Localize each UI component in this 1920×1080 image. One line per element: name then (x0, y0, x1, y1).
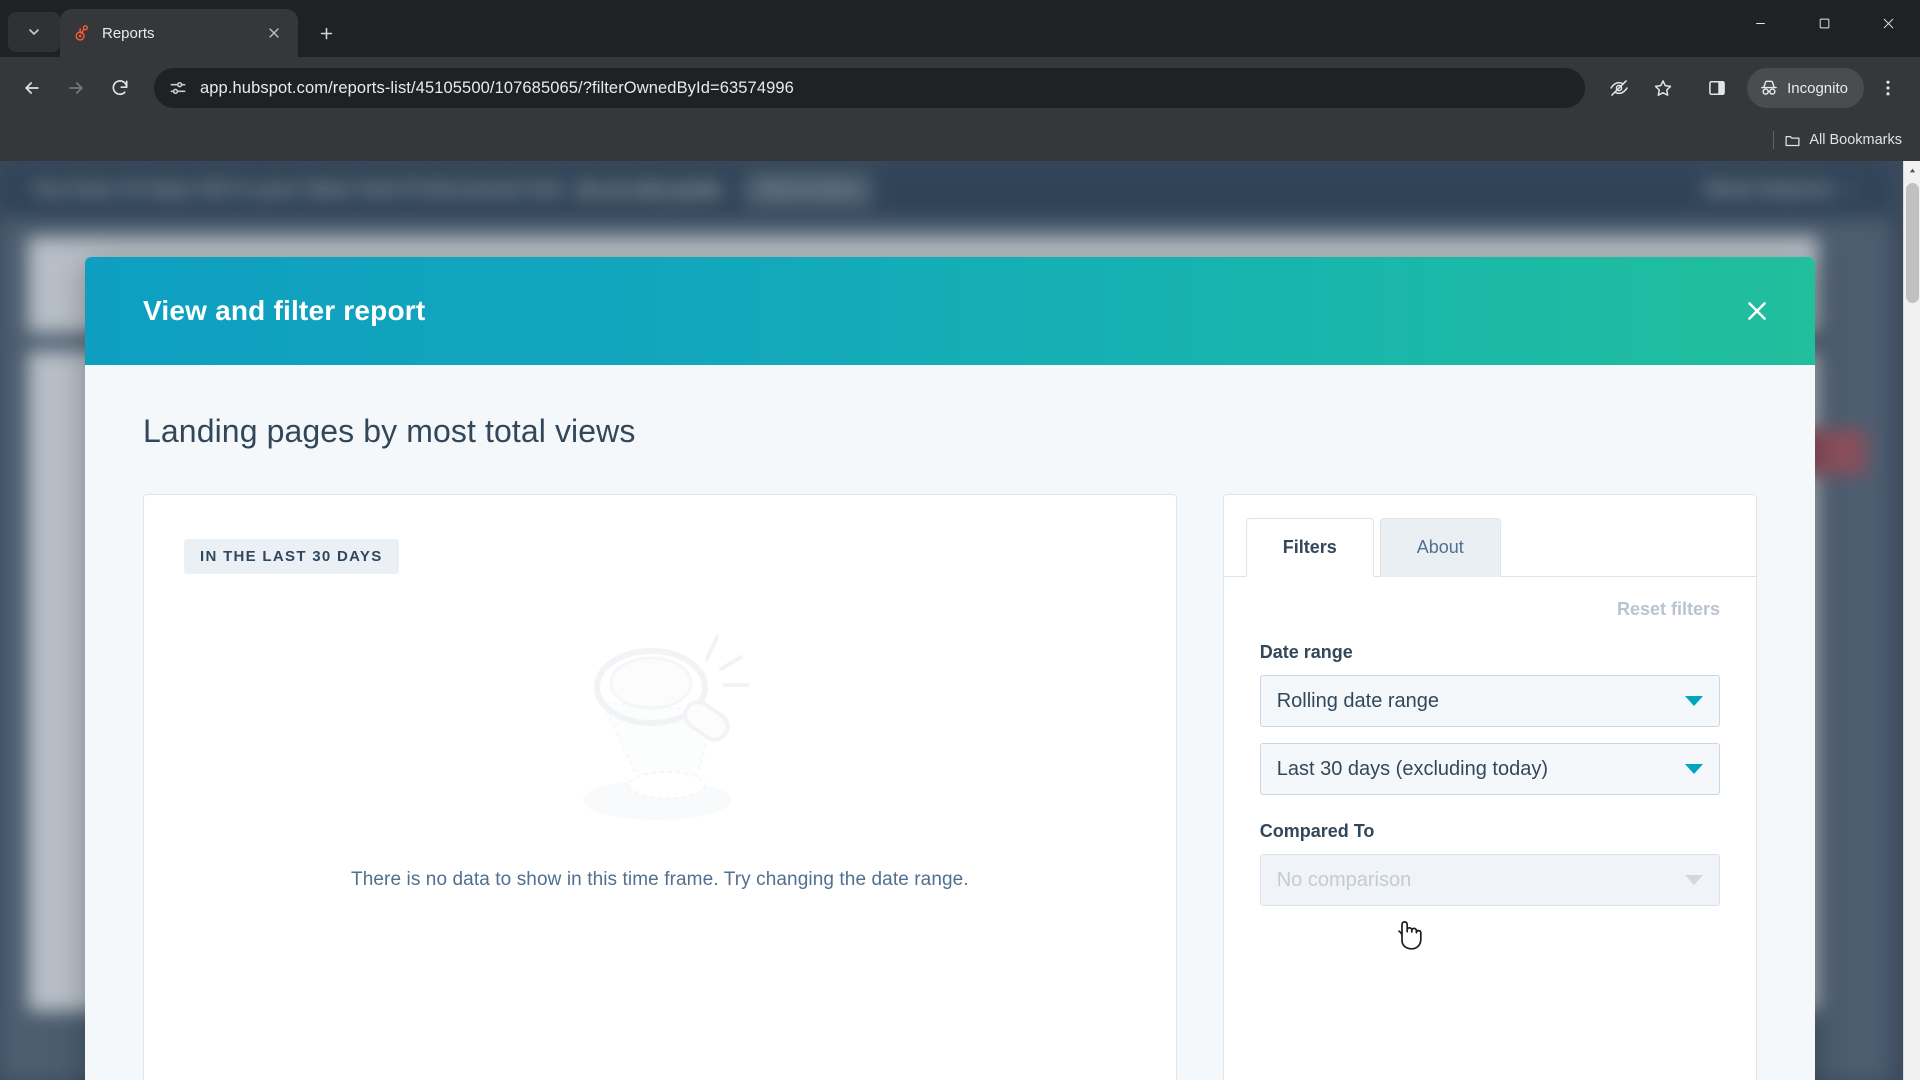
modal-header: View and filter report (85, 257, 1815, 365)
all-bookmarks-label: All Bookmarks (1809, 132, 1902, 148)
minimize-icon (1755, 23, 1765, 24)
url-text: app.hubspot.com/reports-list/45105500/10… (200, 78, 794, 97)
report-title: Landing pages by most total views (143, 413, 636, 449)
back-button[interactable] (12, 68, 52, 108)
date-range-badge: IN THE LAST 30 DAYS (184, 539, 399, 574)
browser-tab[interactable]: Reports (60, 9, 298, 57)
scrollbar-thumb[interactable] (1906, 183, 1919, 303)
reload-button[interactable] (100, 68, 140, 108)
eye-off-icon (1610, 80, 1628, 96)
chevron-down-icon (1685, 696, 1703, 706)
side-panel-glyph (1709, 81, 1725, 95)
forward-button[interactable] (56, 68, 96, 108)
compared-to-label: Compared To (1259, 821, 1375, 841)
date-range-type-value: Rolling date range (1276, 689, 1440, 712)
tab-about[interactable]: About (1379, 518, 1501, 577)
date-range-value: Last 30 days (excluding today) (1276, 757, 1548, 780)
star-icon (1654, 80, 1672, 96)
filter-tabs: Filters About (1223, 495, 1756, 577)
scroll-up-arrow[interactable] (1904, 161, 1920, 179)
compared-to-select[interactable]: No comparison (1259, 854, 1720, 906)
modal-title: View and filter report (143, 295, 426, 326)
chevron-down-icon (1685, 764, 1703, 774)
browser-window: Reports app.hubspot.com/reports-list/451… (0, 0, 1920, 1080)
filter-body: Reset filters Date range Rolling date ra… (1224, 577, 1756, 906)
incognito-indicator[interactable]: Incognito (1747, 68, 1864, 108)
hubspot-sprocket-glyph (75, 25, 88, 41)
chevron-down-icon (29, 29, 39, 35)
chart-card: IN THE LAST 30 DAYS There is no data to … (143, 494, 1177, 1080)
reload-icon (112, 80, 128, 95)
chrome-menu-button[interactable] (1868, 68, 1908, 108)
new-tab-button[interactable] (308, 15, 344, 51)
date-range-value-select[interactable]: Last 30 days (excluding today) (1259, 743, 1720, 795)
empty-state-message: There is no data to show in this time fr… (350, 869, 969, 890)
minimize-button[interactable] (1728, 0, 1792, 47)
chevron-down-icon (1685, 875, 1703, 885)
side-panel-icon[interactable] (1697, 68, 1737, 108)
bookmark-star-icon[interactable] (1643, 68, 1683, 108)
report-panels: IN THE LAST 30 DAYS There is no data to … (143, 494, 1757, 1080)
hubspot-sprocket-icon (72, 23, 92, 43)
arrow-right-icon (69, 82, 83, 94)
browser-toolbar: app.hubspot.com/reports-list/45105500/10… (0, 57, 1920, 119)
tab-title: Reports (102, 24, 155, 42)
more-vertical-icon (1886, 80, 1890, 96)
bookmarks-bar: All Bookmarks (0, 119, 1920, 161)
view-and-filter-report-modal: View and filter report Landing pages by … (85, 257, 1815, 1080)
tab-close-icon[interactable] (262, 21, 286, 45)
modal-body: Landing pages by most total views IN THE… (85, 365, 1815, 1080)
incognito-label: Incognito (1787, 79, 1848, 97)
page-scrollbar[interactable] (1903, 161, 1920, 1080)
tab-strip: Reports (0, 0, 1920, 57)
bookmarks-divider (1773, 131, 1775, 149)
compared-to-value: No comparison (1276, 868, 1412, 891)
modal-close-button[interactable] (1735, 289, 1779, 333)
site-settings-icon[interactable] (168, 78, 188, 98)
date-range-type-select[interactable]: Rolling date range (1259, 675, 1720, 727)
close-window-button[interactable] (1856, 0, 1920, 47)
plus-icon (320, 27, 332, 39)
close-icon (1883, 18, 1893, 29)
page-viewport: You have 13 days left in your Sales Hub … (0, 161, 1920, 1080)
window-controls (1728, 0, 1920, 57)
close-icon (1748, 302, 1766, 320)
filter-panel: Filters About Reset filters Date range R… (1222, 494, 1757, 1080)
no-data-magnifier-illustration (582, 635, 749, 820)
address-bar[interactable]: app.hubspot.com/reports-list/45105500/10… (154, 68, 1586, 108)
incognito-icon (1761, 80, 1777, 95)
tab-filters[interactable]: Filters (1245, 518, 1374, 577)
all-bookmarks-button[interactable]: All Bookmarks (1784, 132, 1902, 149)
pointer-hand-icon (1398, 921, 1422, 950)
empty-state: There is no data to show in this time fr… (144, 625, 1176, 891)
folder-icon (1785, 135, 1800, 146)
arrow-left-icon (25, 82, 39, 94)
date-range-label: Date range (1259, 642, 1353, 662)
maximize-button[interactable] (1792, 0, 1856, 47)
reset-filters-link[interactable]: Reset filters (1260, 599, 1720, 620)
tracking-protection-icon[interactable] (1599, 68, 1639, 108)
mouse-cursor (1393, 917, 1423, 956)
maximize-icon (1819, 18, 1829, 29)
triangle-up-icon (1909, 168, 1916, 172)
tab-search-button[interactable] (8, 12, 60, 52)
